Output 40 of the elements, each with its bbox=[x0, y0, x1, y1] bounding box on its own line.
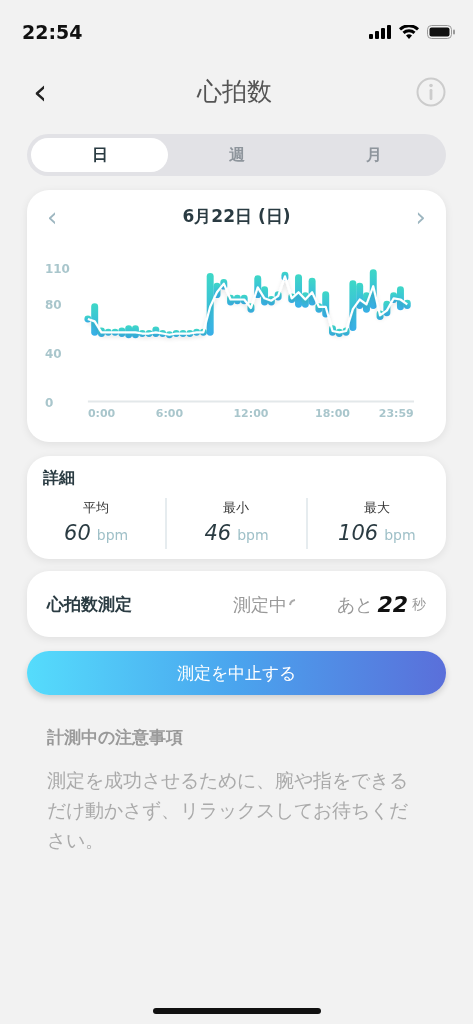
x-axis-label: 6:00 bbox=[155, 407, 184, 421]
stat-value: 106 bbox=[338, 520, 379, 545]
y-axis-label: 40 bbox=[45, 346, 62, 361]
info-icon[interactable] bbox=[416, 77, 446, 107]
x-axis-label: 12:00 bbox=[233, 407, 269, 421]
page-title: 心拍数 bbox=[197, 76, 273, 109]
remaining-seconds: 22 bbox=[377, 590, 408, 619]
unit-label: bpm bbox=[96, 526, 129, 543]
stat-value: 46 bbox=[204, 520, 232, 545]
battery-icon bbox=[427, 25, 455, 39]
status-time: 22:54 bbox=[22, 19, 83, 45]
unit-label: bpm bbox=[384, 526, 416, 543]
stat-label: 平均 bbox=[82, 499, 111, 518]
period-tab[interactable]: 週 bbox=[168, 138, 305, 172]
wifi-icon bbox=[399, 25, 419, 39]
y-axis-label: 80 bbox=[45, 298, 62, 313]
period-tab[interactable]: 日 bbox=[31, 138, 168, 172]
remaining-label: あと bbox=[337, 592, 374, 617]
measurement-title: 心拍数測定 bbox=[47, 592, 132, 616]
x-axis-label: 18:00 bbox=[315, 407, 350, 421]
x-axis-label: 23:59 bbox=[378, 407, 414, 421]
y-axis-label: 110 bbox=[45, 261, 70, 276]
stat-label: 最小 bbox=[222, 499, 251, 518]
notes-title: 計測中の注意事項 bbox=[46, 726, 184, 750]
section-title: 詳細 bbox=[42, 467, 76, 490]
notes-text: 測定を成功させるために、腕や指をできるだけ動かさず、リラックスしてお待ちください。 bbox=[46, 767, 409, 853]
previous-day-button[interactable]: ‹ bbox=[43, 204, 62, 230]
stat-value: 60 bbox=[64, 520, 91, 545]
next-day-button[interactable]: › bbox=[411, 204, 430, 230]
stat-label: 最大 bbox=[362, 499, 391, 518]
date-label: 6月22日 (日) bbox=[182, 205, 291, 229]
unit-label: 秒 bbox=[412, 594, 426, 614]
x-axis-label: 0:00 bbox=[87, 407, 116, 421]
stop-measurement-button[interactable]: 測定を中止する bbox=[27, 651, 446, 696]
measuring-status: 測定中 bbox=[233, 592, 288, 617]
y-axis-label: 0 bbox=[45, 395, 54, 410]
signal-icon bbox=[369, 25, 391, 39]
unit-label: bpm bbox=[237, 526, 269, 543]
back-button[interactable]: ‹ bbox=[27, 74, 54, 110]
period-tab[interactable]: 月 bbox=[305, 138, 442, 172]
